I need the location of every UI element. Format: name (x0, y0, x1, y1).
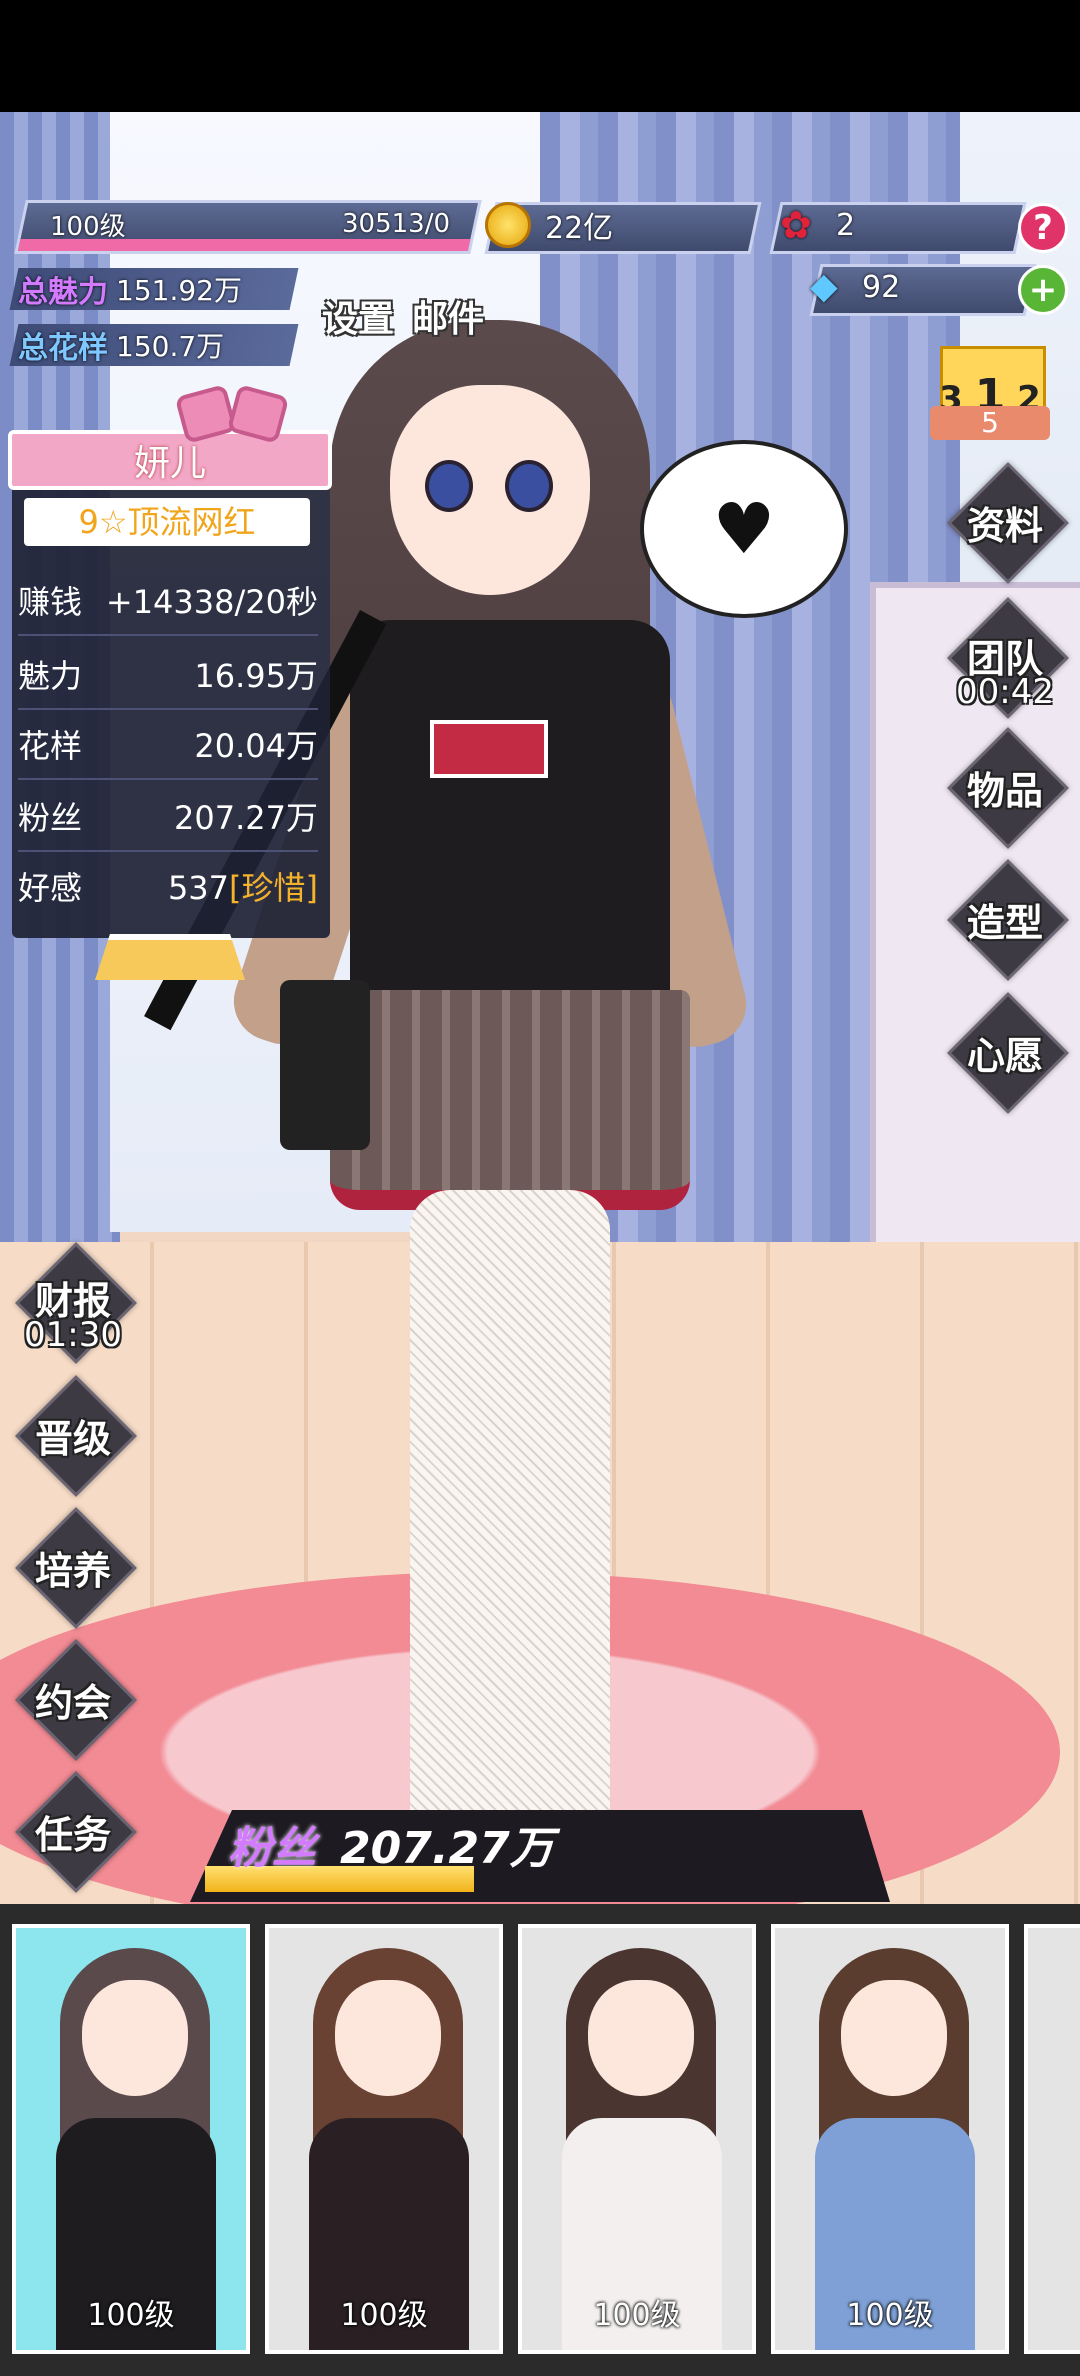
affinity-tag: [珍惜] (229, 869, 318, 907)
character-bag (280, 980, 370, 1150)
roster-level: 100级 (340, 2298, 428, 2333)
ranking-count: 5 (930, 406, 1050, 440)
rose-value: 2 (836, 207, 856, 243)
add-gems-button[interactable]: + (1018, 265, 1068, 315)
promote-label: 晋级 (34, 1417, 111, 1461)
portrait-face (841, 1980, 947, 2096)
help-button[interactable]: ? (1018, 203, 1068, 253)
stat-row-affinity: 好感 537[珍惜] (18, 852, 318, 920)
exp-value: 30513/0 (341, 209, 450, 239)
settings-button[interactable]: 设置 (322, 290, 394, 342)
rose-icon: ✿ (780, 203, 812, 247)
report-button[interactable]: 财报 01:30 (15, 1242, 137, 1364)
affinity-display: 537[珍惜] (168, 863, 318, 909)
portrait-face (335, 1980, 441, 2096)
girl-title: 9☆顶流网红 (24, 498, 310, 546)
stat-row-earn: 赚钱 +14338/20秒 (18, 566, 318, 636)
affinity-value: 537 (167, 869, 230, 907)
roster-card[interactable]: 100级 (265, 1924, 503, 2354)
question-icon: ? (1033, 208, 1053, 248)
styling-button[interactable]: 造型 (947, 859, 1069, 981)
wish-label: 心愿 (966, 1034, 1043, 1078)
roster-level: 100级 (87, 2298, 175, 2333)
stat-value: 16.95万 (194, 657, 318, 695)
stat-value: 207.27万 (174, 799, 318, 837)
stat-row-charm: 魅力 16.95万 (18, 640, 318, 710)
total-style-label: 总花样 (18, 331, 108, 366)
train-label: 培养 (34, 1549, 111, 1593)
affinity-label: 好感 (18, 869, 83, 907)
stat-label: 赚钱 (18, 583, 83, 621)
character-eye-left (425, 460, 473, 512)
character-shirt (350, 620, 670, 1010)
tasks-label: 任务 (34, 1813, 111, 1857)
roster-level: 100级 (846, 2298, 934, 2333)
character-skirt (330, 990, 690, 1210)
character-eye-right (505, 460, 553, 512)
mail-button[interactable]: 邮件 (412, 290, 484, 342)
collapse-card-tab[interactable] (95, 934, 245, 980)
total-charm-label: 总魅力 (18, 275, 108, 310)
report-timer: 01:30 (24, 1315, 122, 1355)
coin-row: 22亿 (485, 202, 613, 248)
stat-label: 魅力 (18, 657, 83, 695)
stat-row-style: 花样 20.04万 (18, 710, 318, 780)
total-style-value: 150.7万 (116, 330, 225, 363)
portrait-face (588, 1980, 694, 2096)
character-legs (410, 1190, 610, 1870)
roster-card-partial[interactable] (1024, 1924, 1080, 2354)
diamond-icon: ◆ (810, 266, 838, 307)
level-label: 100级 (50, 211, 126, 242)
stat-value: 20.04万 (194, 727, 318, 765)
level-text: 100级 30513/0 (40, 200, 460, 248)
profile-button[interactable]: 资料 (947, 462, 1069, 584)
team-button[interactable]: 团队 00:42 (947, 597, 1069, 719)
shirt-logo (430, 720, 548, 778)
items-button[interactable]: 物品 (947, 727, 1069, 849)
roster-card[interactable]: 100级 (771, 1924, 1009, 2354)
stat-value: +14338/20秒 (105, 583, 318, 621)
coin-value: 22亿 (545, 211, 614, 246)
train-button[interactable]: 培养 (15, 1507, 137, 1629)
roster-card[interactable]: 100级 (12, 1924, 250, 2354)
profile-label: 资料 (966, 504, 1043, 548)
stat-row-fans: 粉丝 207.27万 (18, 782, 318, 852)
character-roster: 100级 100级 100级 100级 (0, 1904, 1080, 2376)
ranking-button[interactable]: 3 1 2 5 (930, 330, 1050, 440)
stat-label: 花样 (18, 727, 83, 765)
portrait-face (82, 1980, 188, 2096)
gem-value: 92 (862, 269, 901, 305)
gem-row: ◆ 92 (810, 264, 900, 310)
wish-button[interactable]: 心愿 (947, 992, 1069, 1114)
bow-icon (174, 384, 290, 444)
promote-button[interactable]: 晋级 (15, 1375, 137, 1497)
fans-label: 粉丝 (228, 1823, 316, 1874)
total-charm-value: 151.92万 (116, 274, 242, 307)
roster-level: 100级 (593, 2298, 681, 2333)
heart-hand-emote-icon: ♥ (640, 440, 848, 618)
total-style: 总花样 150.7万 (18, 324, 224, 366)
date-label: 约会 (34, 1681, 111, 1725)
tasks-button[interactable]: 任务 (15, 1771, 137, 1893)
items-label: 物品 (966, 769, 1043, 813)
fans-value: 207.27万 (340, 1823, 554, 1874)
styling-label: 造型 (966, 901, 1043, 945)
rose-row: ✿ 2 (780, 202, 855, 248)
date-button[interactable]: 约会 (15, 1639, 137, 1761)
stat-label: 粉丝 (18, 799, 83, 837)
character-face (390, 385, 590, 595)
plus-icon: + (1028, 270, 1058, 310)
girl-name: 妍儿 (8, 430, 332, 490)
team-timer: 00:42 (956, 672, 1054, 712)
coin-icon (485, 202, 531, 248)
roster-card[interactable]: 100级 (518, 1924, 756, 2354)
total-charm: 总魅力 151.92万 (18, 268, 242, 310)
